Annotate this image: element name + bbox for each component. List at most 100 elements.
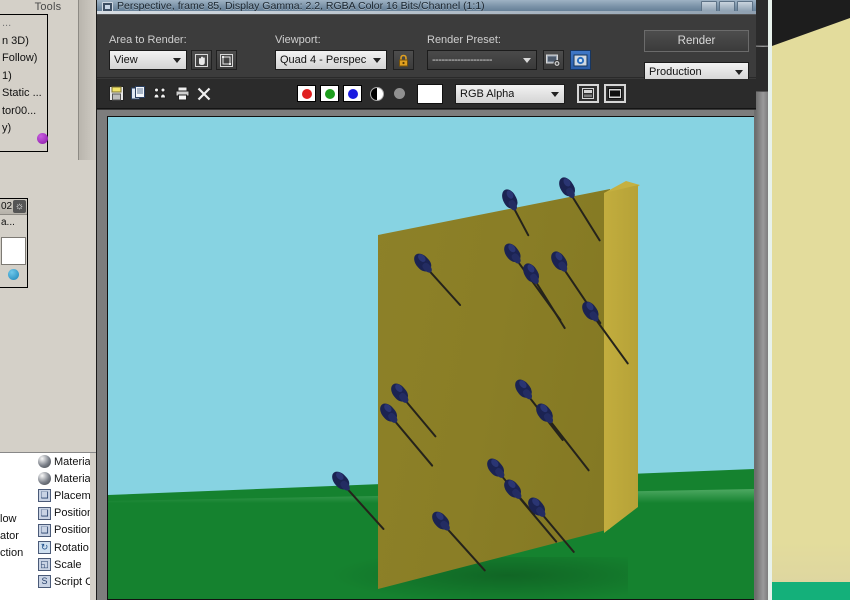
track-list-item-label: Materia <box>54 473 91 485</box>
track-list-item-label: Position <box>54 507 93 519</box>
hand-autoregion-icon[interactable] <box>191 50 212 70</box>
track-list-item-label: Scale <box>54 559 82 571</box>
placement-icon: ❑ <box>38 489 51 502</box>
track-list-item[interactable]: Materia <box>38 470 96 487</box>
track-list-item[interactable]: Materia <box>38 453 96 470</box>
arrow-fletching <box>377 401 400 425</box>
arrow-fletching <box>329 469 352 493</box>
render-preset-select[interactable]: ------------------- <box>427 50 537 70</box>
blue-indicator-dot <box>8 269 19 280</box>
right-window-chrome-box-1 <box>756 0 768 46</box>
alpha-channel-icon[interactable] <box>394 88 405 99</box>
position-icon: ❑ <box>38 524 51 537</box>
arrow-fletching <box>548 249 570 273</box>
tools-list[interactable]: ...n 3D)Follow)1)Static ...tor00...y) <box>0 14 48 152</box>
area-to-render-select[interactable]: View <box>109 50 187 70</box>
render-frame-window: Perspective, frame 85, Display Gamma: 2.… <box>96 0 756 600</box>
lock-icon[interactable] <box>393 50 414 70</box>
area-to-render-value: View <box>114 54 138 66</box>
track-left-label: ction <box>0 545 34 562</box>
blue-channel-swatch[interactable] <box>343 85 362 102</box>
scale-icon: ◱ <box>38 558 51 571</box>
tools-list-item[interactable]: Follow) <box>0 50 47 68</box>
red-channel-dot <box>302 89 312 99</box>
track-list-item[interactable]: ◱Scale <box>38 556 96 573</box>
minimize-button[interactable] <box>701 1 717 12</box>
clone-image-icon[interactable] <box>149 83 171 105</box>
print-image-icon[interactable] <box>171 83 193 105</box>
light-panel-header: 02 ☼ <box>0 199 27 215</box>
render-setup-icon[interactable] <box>543 50 564 70</box>
track-list-item[interactable]: ↻Rotatio <box>38 539 96 556</box>
material-sphere-icon <box>38 472 51 485</box>
tools-list-item[interactable]: n 3D) <box>0 33 47 51</box>
background-right-window <box>756 0 850 600</box>
arrow-fletching <box>579 299 601 323</box>
copy-image-icon[interactable] <box>127 83 149 105</box>
right-window-dark-region <box>772 0 850 46</box>
screenshot-root: Tools ...n 3D)Follow)1)Static ...tor00..… <box>0 0 850 600</box>
window-title: Perspective, frame 85, Display Gamma: 2.… <box>117 0 485 12</box>
image-tools-toolbar: RGB Alpha <box>97 79 756 109</box>
close-button[interactable] <box>737 1 753 12</box>
render-preset-group: Render Preset: ------------------- <box>427 34 591 70</box>
render-preset-label: Render Preset: <box>427 34 591 46</box>
window-titlebar[interactable]: Perspective, frame 85, Display Gamma: 2.… <box>97 0 756 14</box>
chevron-down-icon <box>523 58 531 63</box>
channel-select-value: RGB Alpha <box>460 88 514 100</box>
tools-list-item[interactable]: 1) <box>0 68 47 86</box>
render-image-frame[interactable] <box>107 116 755 600</box>
rendered-image <box>108 117 754 599</box>
red-channel-swatch[interactable] <box>297 85 316 102</box>
arrow-fletching <box>484 456 507 480</box>
track-list: MateriaMateria❑Placem❑Position❑Position↻… <box>38 453 96 591</box>
arrow-fletching <box>388 381 411 405</box>
track-list-item[interactable]: SScript C <box>38 573 96 590</box>
duplicate-view-icon[interactable] <box>604 84 626 103</box>
right-window-sand-gradient <box>772 542 850 584</box>
viewport-group: Viewport: Quad 4 - Perspec <box>275 34 414 70</box>
color-swatch[interactable] <box>417 84 443 104</box>
track-list-item[interactable]: ❑Placem <box>38 487 96 504</box>
light-panel-field[interactable] <box>1 237 26 265</box>
green-channel-dot <box>325 89 335 99</box>
toggle-ui-icon[interactable] <box>577 84 599 103</box>
arrow-fletching <box>525 495 548 519</box>
environment-icon[interactable] <box>570 50 591 70</box>
track-view-panel: lowatorction MateriaMateria❑Placem❑Posit… <box>0 452 96 600</box>
tools-list-item[interactable]: Static ... <box>0 85 47 103</box>
bulb-icon[interactable]: ☼ <box>13 200 26 213</box>
edit-region-icon[interactable] <box>216 50 237 70</box>
track-list-item[interactable]: ❑Position <box>38 505 96 522</box>
window-controls <box>701 1 753 12</box>
chevron-down-icon <box>373 58 381 63</box>
track-left-label: low <box>0 511 34 528</box>
monochrome-icon[interactable] <box>370 87 384 101</box>
right-window-canvas <box>772 0 850 600</box>
arrow-fletching <box>520 261 542 285</box>
clear-image-icon[interactable] <box>193 83 215 105</box>
viewport-value: Quad 4 - Perspec <box>280 54 366 66</box>
channel-select[interactable]: RGB Alpha <box>455 84 565 104</box>
tools-list-item[interactable]: tor00... <box>0 103 47 121</box>
tools-list-item[interactable]: ... <box>0 15 47 33</box>
save-image-icon[interactable] <box>105 83 127 105</box>
viewport-select[interactable]: Quad 4 - Perspec <box>275 50 387 70</box>
light-panel-header-label: 02 <box>1 201 12 212</box>
light-panel-subtext: a... <box>0 215 27 237</box>
panel-scroll-strip[interactable] <box>78 0 96 160</box>
maximize-button[interactable] <box>719 1 735 12</box>
script-icon: S <box>38 575 51 588</box>
material-sphere-icon <box>38 455 51 468</box>
chevron-down-icon <box>551 92 559 97</box>
render-preset-value: ------------------- <box>432 54 492 66</box>
arrow-fletching <box>501 241 523 265</box>
tools-panel: Tools ...n 3D)Follow)1)Static ...tor00..… <box>0 0 96 160</box>
green-channel-swatch[interactable] <box>320 85 339 102</box>
track-list-item-label: Script C <box>54 576 93 588</box>
render-button[interactable]: Render <box>644 30 749 52</box>
chevron-down-icon <box>173 58 181 63</box>
track-list-item[interactable]: ❑Position <box>38 522 96 539</box>
right-window-ground <box>772 582 850 600</box>
arrow-fletching <box>512 377 535 401</box>
